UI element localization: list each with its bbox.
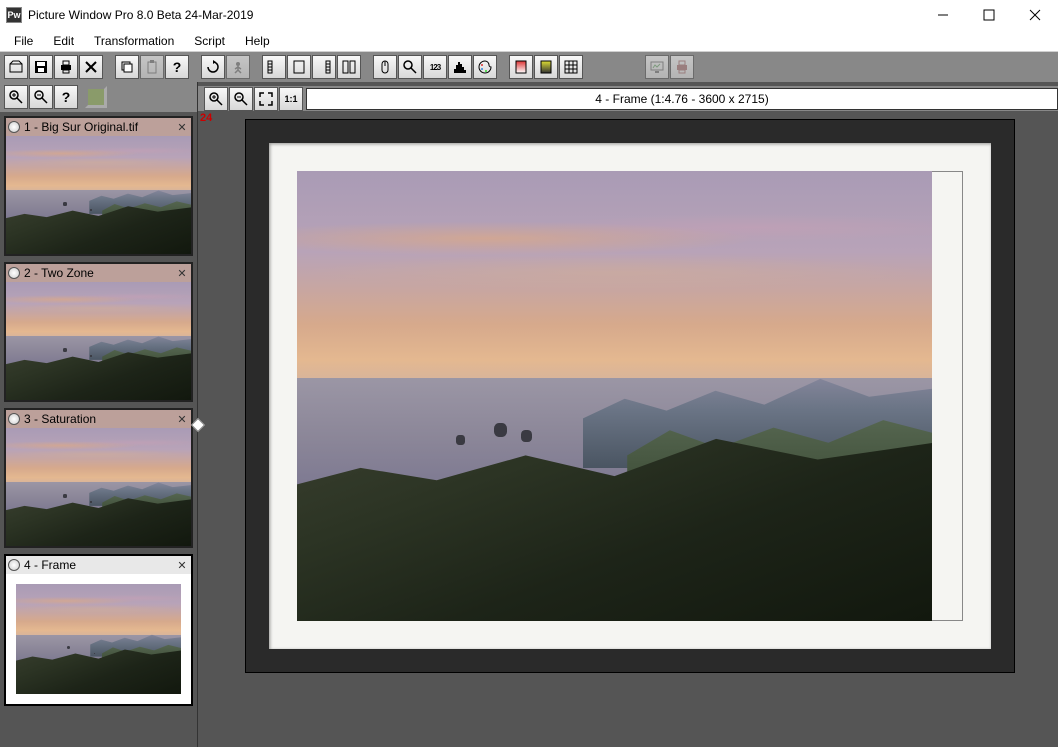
gradient-1-button[interactable] — [509, 55, 533, 79]
paste-button[interactable] — [140, 55, 164, 79]
thumbnail-image — [6, 136, 191, 254]
layout-3-button[interactable] — [312, 55, 336, 79]
zoom-in-button[interactable] — [4, 85, 28, 109]
viewer: 1:1 4 - Frame (1:4.76 - 3600 x 2715) 24 — [198, 82, 1058, 747]
thumbnail-close-button[interactable]: ✕ — [175, 412, 189, 426]
readout-button[interactable]: 123 — [423, 55, 447, 79]
sidebar-toolbar: ? — [0, 82, 197, 112]
thumbnail-card[interactable]: 3 - Saturation✕ — [4, 408, 193, 548]
thumbnail-header: 3 - Saturation✕ — [6, 410, 191, 428]
palette-button[interactable] — [473, 55, 497, 79]
viewer-marker: 24 — [200, 112, 212, 124]
sidebar: ? 1 - Big Sur Original.tif✕2 - Two Zone✕… — [0, 82, 198, 747]
close-button[interactable] — [1012, 0, 1058, 30]
frame-inner — [297, 171, 963, 621]
title-bar: Pw Picture Window Pro 8.0 Beta 24-Mar-20… — [0, 0, 1058, 30]
viewer-zoom-in-button[interactable] — [204, 87, 228, 111]
radio-icon[interactable] — [8, 267, 20, 279]
mouse-tool-button[interactable] — [373, 55, 397, 79]
thumbnail-header: 2 - Two Zone✕ — [6, 264, 191, 282]
thumbnail-header: 1 - Big Sur Original.tif✕ — [6, 118, 191, 136]
thumbnail-close-button[interactable]: ✕ — [175, 558, 189, 572]
thumbnail-card[interactable]: 1 - Big Sur Original.tif✕ — [4, 116, 193, 256]
thumbnail-title: 3 - Saturation — [24, 412, 175, 426]
sidebar-help-button[interactable]: ? — [54, 85, 78, 109]
frame-outer — [245, 119, 1015, 673]
menu-edit[interactable]: Edit — [43, 32, 84, 50]
layout-4-button[interactable] — [337, 55, 361, 79]
help-button[interactable]: ? — [165, 55, 189, 79]
thumbnail-title: 1 - Big Sur Original.tif — [24, 120, 175, 134]
viewer-zoom-out-button[interactable] — [229, 87, 253, 111]
run-button[interactable] — [226, 55, 250, 79]
thumbnail-image — [6, 282, 191, 400]
menu-file[interactable]: File — [4, 32, 43, 50]
histogram-button[interactable] — [448, 55, 472, 79]
actual-size-button[interactable]: 1:1 — [279, 87, 303, 111]
maximize-button[interactable] — [966, 0, 1012, 30]
radio-icon[interactable] — [8, 413, 20, 425]
menu-transformation[interactable]: Transformation — [84, 32, 184, 50]
thumbnail-card[interactable]: 4 - Frame✕ — [4, 554, 193, 706]
thumbnail-close-button[interactable]: ✕ — [175, 120, 189, 134]
menu-help[interactable]: Help — [235, 32, 280, 50]
color-swatch[interactable] — [85, 86, 107, 108]
thumbnail-card[interactable]: 2 - Two Zone✕ — [4, 262, 193, 402]
monitor-button[interactable] — [645, 55, 669, 79]
window-title: Picture Window Pro 8.0 Beta 24-Mar-2019 — [28, 8, 920, 22]
thumbnail-title: 2 - Two Zone — [24, 266, 175, 280]
save-button[interactable] — [29, 55, 53, 79]
viewer-toolbar: 1:1 4 - Frame (1:4.76 - 3600 x 2715) — [198, 86, 1058, 111]
canvas-area[interactable] — [198, 111, 1058, 747]
gradient-2-button[interactable] — [534, 55, 558, 79]
thumbnail-image — [6, 428, 191, 546]
delete-button[interactable] — [79, 55, 103, 79]
layout-2-button[interactable] — [287, 55, 311, 79]
grid-button[interactable] — [559, 55, 583, 79]
radio-icon[interactable] — [8, 559, 20, 571]
thumbnail-image — [6, 574, 191, 704]
layout-1-button[interactable] — [262, 55, 286, 79]
eyedropper-button[interactable] — [398, 55, 422, 79]
viewer-info: 4 - Frame (1:4.76 - 3600 x 2715) — [306, 88, 1058, 110]
menu-bar: File Edit Transformation Script Help — [0, 30, 1058, 52]
zoom-out-button[interactable] — [29, 85, 53, 109]
thumbnail-header: 4 - Frame✕ — [6, 556, 191, 574]
radio-icon[interactable] — [8, 121, 20, 133]
app-icon: Pw — [6, 7, 22, 23]
menu-script[interactable]: Script — [184, 32, 235, 50]
print-button[interactable] — [54, 55, 78, 79]
print-preview-button[interactable] — [670, 55, 694, 79]
open-button[interactable] — [4, 55, 28, 79]
content-area: ? 1 - Big Sur Original.tif✕2 - Two Zone✕… — [0, 82, 1058, 747]
main-image — [297, 171, 932, 621]
main-toolbar: ? 123 — [0, 52, 1058, 82]
thumbnail-title: 4 - Frame — [24, 558, 175, 572]
copy-button[interactable] — [115, 55, 139, 79]
frame-mat — [269, 143, 991, 649]
thumbnail-close-button[interactable]: ✕ — [175, 266, 189, 280]
fit-button[interactable] — [254, 87, 278, 111]
thumbnail-list: 1 - Big Sur Original.tif✕2 - Two Zone✕3 … — [0, 112, 197, 747]
refresh-button[interactable] — [201, 55, 225, 79]
minimize-button[interactable] — [920, 0, 966, 30]
